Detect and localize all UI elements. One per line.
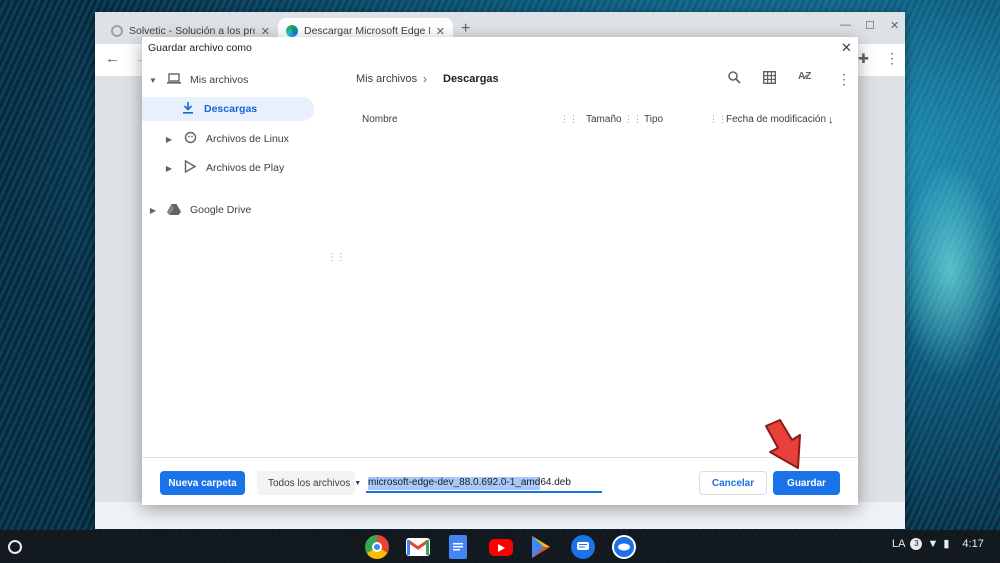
nav-item-label: Archivos de Play xyxy=(206,162,285,174)
notification-badge[interactable]: 3 xyxy=(910,537,923,550)
shelf: LA 3 ▼ ▮ 4:17 xyxy=(0,530,1000,563)
column-header-modified[interactable]: Fecha de modificación xyxy=(726,114,826,125)
page-content xyxy=(95,502,905,529)
minimize-icon[interactable]: — xyxy=(840,19,851,31)
plus-icon[interactable]: + xyxy=(461,20,470,38)
nav-my-files[interactable]: ▼ Mis archivos xyxy=(148,68,248,92)
back-arrow-icon[interactable]: ← xyxy=(105,50,120,67)
search-icon[interactable] xyxy=(728,71,741,87)
column-header-type[interactable]: Tipo xyxy=(644,114,663,125)
annotation-arrow-icon xyxy=(765,419,801,469)
tab-title: Descargar Microsoft Edge Inside xyxy=(304,25,430,37)
wallpaper-glow xyxy=(900,160,1000,380)
nav-my-files-label: Mis archivos xyxy=(190,74,249,86)
app-icon[interactable] xyxy=(612,535,636,559)
docs-icon[interactable] xyxy=(449,535,467,559)
more-vert-icon[interactable]: ⋮ xyxy=(885,50,899,67)
launcher-icon[interactable] xyxy=(8,540,22,554)
close-icon[interactable]: ✕ xyxy=(261,25,270,38)
nav-item-downloads[interactable]: Descargas xyxy=(142,97,314,121)
status-tray[interactable]: LA 3 ▼ ▮ 4:17 xyxy=(892,537,984,550)
file-type-select[interactable]: Todos los archivos ▼ xyxy=(257,471,361,495)
nav-item-label: Archivos de Linux xyxy=(206,133,289,145)
cancel-button[interactable]: Cancelar xyxy=(699,471,767,495)
close-icon[interactable]: ✕ xyxy=(436,25,445,38)
new-folder-button[interactable]: Nueva carpeta xyxy=(160,471,245,495)
nav-google-drive-label: Google Drive xyxy=(190,204,252,216)
grid-view-icon[interactable] xyxy=(762,70,777,87)
expand-arrow-icon[interactable]: ▶ xyxy=(164,135,174,144)
wifi-icon: ▼ xyxy=(927,537,939,550)
google-drive-icon xyxy=(166,203,182,218)
laptop-icon xyxy=(166,73,182,87)
save-file-dialog: Guardar archivo como ✕ ▼ Mis archivos De… xyxy=(142,37,858,505)
column-header-name[interactable]: Nombre xyxy=(362,114,398,125)
more-vert-icon[interactable]: ⋮ xyxy=(837,71,851,88)
footer-divider xyxy=(142,457,858,458)
file-type-value: Todos los archivos xyxy=(268,477,351,489)
close-icon[interactable]: ✕ xyxy=(841,40,852,56)
nav-item-label: Descargas xyxy=(204,103,258,115)
breadcrumb-current[interactable]: Descargas xyxy=(443,73,499,85)
nav-google-drive[interactable]: ▶ Google Drive xyxy=(148,198,251,222)
filename-input[interactable] xyxy=(366,474,602,493)
tab-title: Solvetic - Solución a los problem xyxy=(129,25,255,37)
breadcrumb-root[interactable]: Mis archivos xyxy=(356,73,417,85)
nav-item-linux-files[interactable]: ▶ Archivos de Linux xyxy=(164,127,289,151)
gmail-icon[interactable] xyxy=(406,538,430,556)
sort-arrow-down-icon[interactable]: ↓ xyxy=(828,114,834,126)
extensions-icon[interactable]: ✚ xyxy=(858,51,869,67)
collapse-arrow-icon[interactable]: ▼ xyxy=(148,76,158,85)
dropdown-arrow-icon: ▼ xyxy=(354,479,362,487)
resize-handle-icon[interactable]: ⋮⋮ xyxy=(327,252,346,263)
battery-icon: ▮ xyxy=(943,538,950,550)
save-button[interactable]: Guardar xyxy=(773,471,840,495)
linux-icon xyxy=(182,131,198,147)
column-resize-icon[interactable]: ⋮⋮ xyxy=(560,114,578,125)
nav-item-play-files[interactable]: ▶ Archivos de Play xyxy=(164,156,284,180)
column-header-size[interactable]: Tamaño xyxy=(586,114,622,125)
column-resize-icon[interactable]: ⋮⋮ xyxy=(709,114,727,125)
dialog-title: Guardar archivo como xyxy=(148,42,252,54)
youtube-icon[interactable] xyxy=(489,539,513,556)
solvetic-favicon-icon xyxy=(111,25,123,37)
play-store-icon[interactable] xyxy=(529,535,553,559)
messages-icon[interactable] xyxy=(571,535,595,559)
download-icon xyxy=(180,101,196,117)
sort-az-icon[interactable]: A̷Z xyxy=(798,71,811,82)
chrome-icon[interactable] xyxy=(365,535,389,559)
maximize-icon[interactable]: ☐ xyxy=(865,19,875,32)
ime-indicator[interactable]: LA xyxy=(892,538,905,550)
chevron-right-icon: › xyxy=(423,72,427,86)
expand-arrow-icon[interactable]: ▶ xyxy=(148,206,158,215)
play-icon xyxy=(182,159,198,176)
close-window-icon[interactable]: ✕ xyxy=(890,19,899,32)
clock[interactable]: 4:17 xyxy=(962,538,983,550)
expand-arrow-icon[interactable]: ▶ xyxy=(164,164,174,173)
column-resize-icon[interactable]: ⋮⋮ xyxy=(624,114,642,125)
edge-favicon-icon xyxy=(286,25,298,37)
